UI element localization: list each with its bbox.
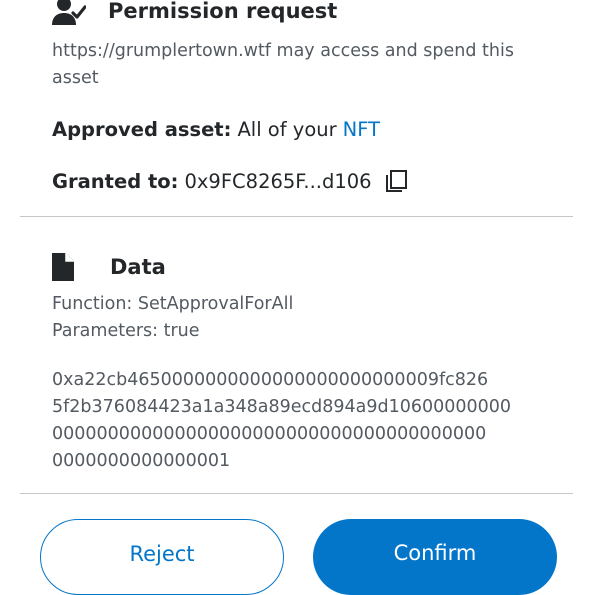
divider — [20, 493, 573, 494]
copy-icon[interactable] — [384, 169, 408, 193]
granted-to-label: Granted to: — [52, 169, 179, 193]
approved-asset-prefix: All of your — [237, 117, 337, 141]
hex-line: 0000000000000001 — [52, 451, 231, 471]
reject-button[interactable]: Reject — [40, 519, 284, 595]
data-title: Data — [110, 255, 166, 279]
granted-to-address: 0x9FC8265F...d106 — [184, 169, 372, 193]
data-header: Data — [52, 250, 166, 284]
parameters-line: Parameters: true — [52, 321, 200, 341]
approved-asset-label: Approved asset: — [52, 117, 232, 141]
hex-line: 0xa22cb4650000000000000000000000009fc826 — [52, 370, 489, 390]
hex-data: 0xa22cb4650000000000000000000000009fc826… — [52, 367, 511, 475]
hex-line: 000000000000000000000000000000000000000 — [52, 424, 487, 444]
granted-to-row: Granted to: 0x9FC8265F...d106 — [52, 166, 408, 196]
document-icon — [52, 252, 86, 282]
hex-line: 5f2b376084423a1a348a89ecd894a9d106000000… — [52, 397, 512, 417]
permission-request-title: Permission request — [108, 0, 338, 23]
divider — [20, 216, 573, 217]
function-line: Function: SetApprovalForAll — [52, 294, 294, 314]
permission-description: https://grumplertown.wtf may access and … — [52, 41, 514, 88]
confirm-button[interactable]: Confirm — [313, 519, 557, 595]
approved-asset-row: Approved asset: All of your NFT — [52, 114, 380, 144]
permission-request-header: Permission request — [52, 0, 337, 28]
user-check-icon — [52, 0, 86, 26]
nft-link[interactable]: NFT — [343, 118, 380, 141]
